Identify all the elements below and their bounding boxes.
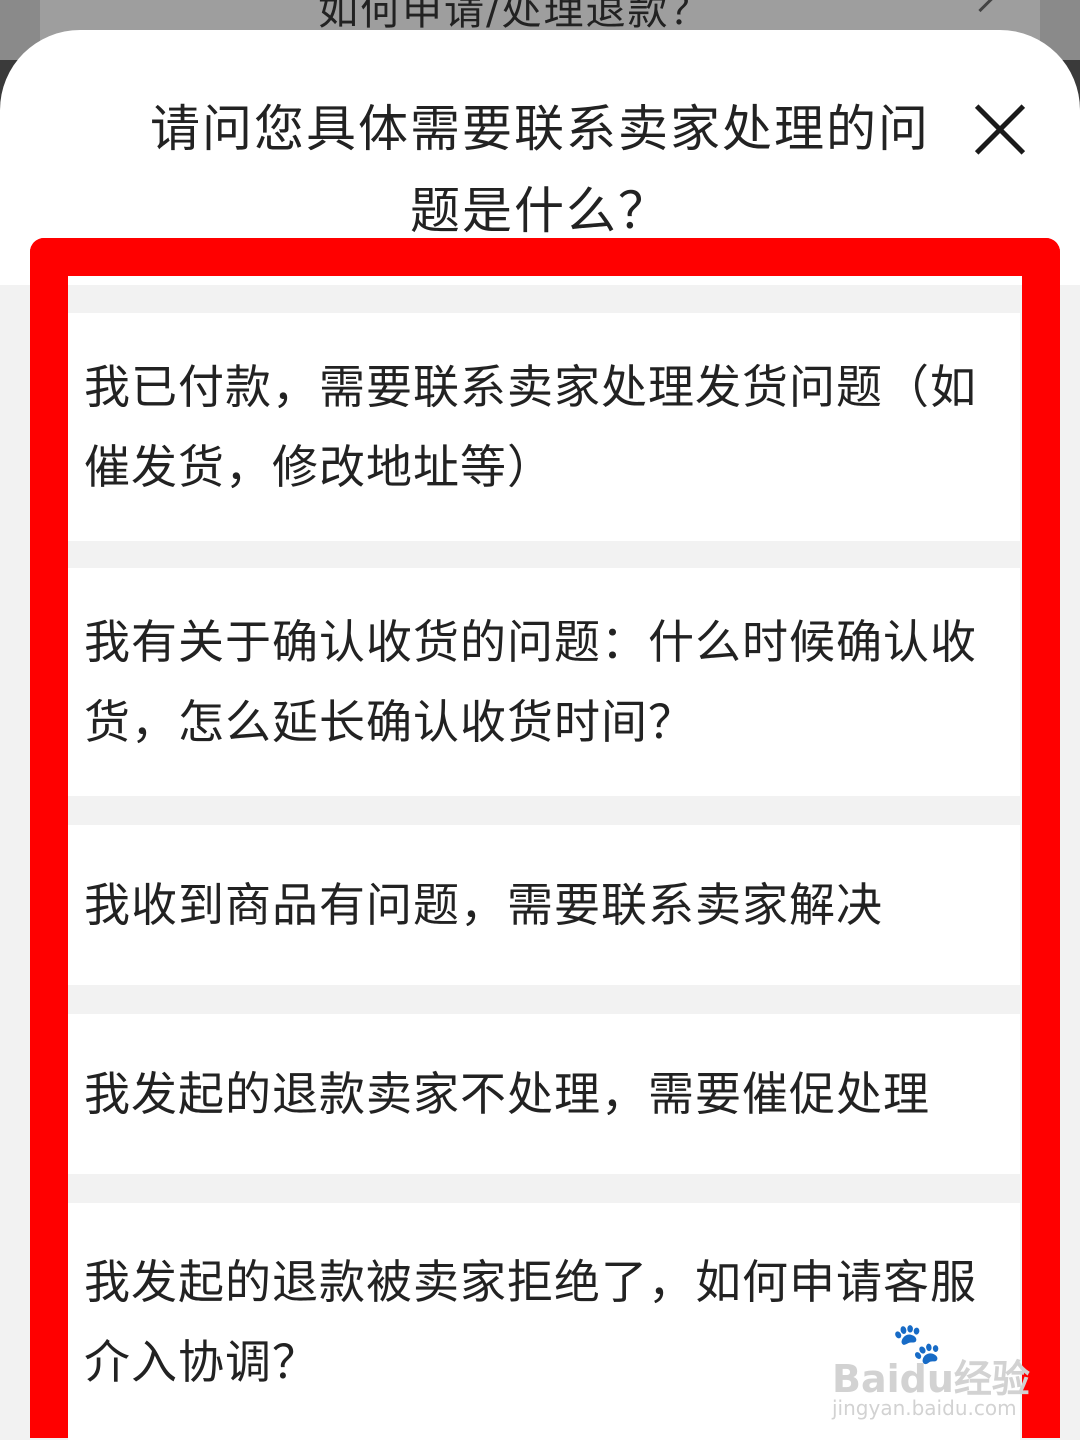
watermark-url: jingyan.baidu.com: [832, 1396, 1017, 1420]
watermark-brand: Baidu经验: [832, 1357, 1030, 1401]
option-shipping-issue[interactable]: 我已付款，需要联系卖家处理发货问题（如催发货，修改地址等）: [68, 313, 1020, 541]
close-icon[interactable]: [970, 100, 1030, 160]
option-confirm-receipt[interactable]: 我有关于确认收货的问题：什么时候确认收货，怎么延长确认收货时间？: [68, 568, 1020, 796]
option-label: 我发起的退款卖家不处理，需要催促处理: [84, 1067, 930, 1121]
dialog-title: 请问您具体需要联系卖家处理的问题是什么？: [150, 100, 930, 240]
option-label: 我已付款，需要联系卖家处理发货问题（如催发货，修改地址等）: [84, 360, 977, 494]
option-label: 我有关于确认收货的问题：什么时候确认收货，怎么延长确认收货时间？: [84, 615, 977, 749]
option-product-problem[interactable]: 我收到商品有问题，需要联系卖家解决: [68, 825, 1020, 985]
baidu-watermark: 🐾 Baidu经验 jingyan.baidu.com: [832, 1320, 1032, 1420]
option-refund-unprocessed[interactable]: 我发起的退款卖家不处理，需要催促处理: [68, 1014, 1020, 1174]
chevron-right-icon: [962, 0, 999, 13]
option-label: 我收到商品有问题，需要联系卖家解决: [84, 878, 883, 932]
